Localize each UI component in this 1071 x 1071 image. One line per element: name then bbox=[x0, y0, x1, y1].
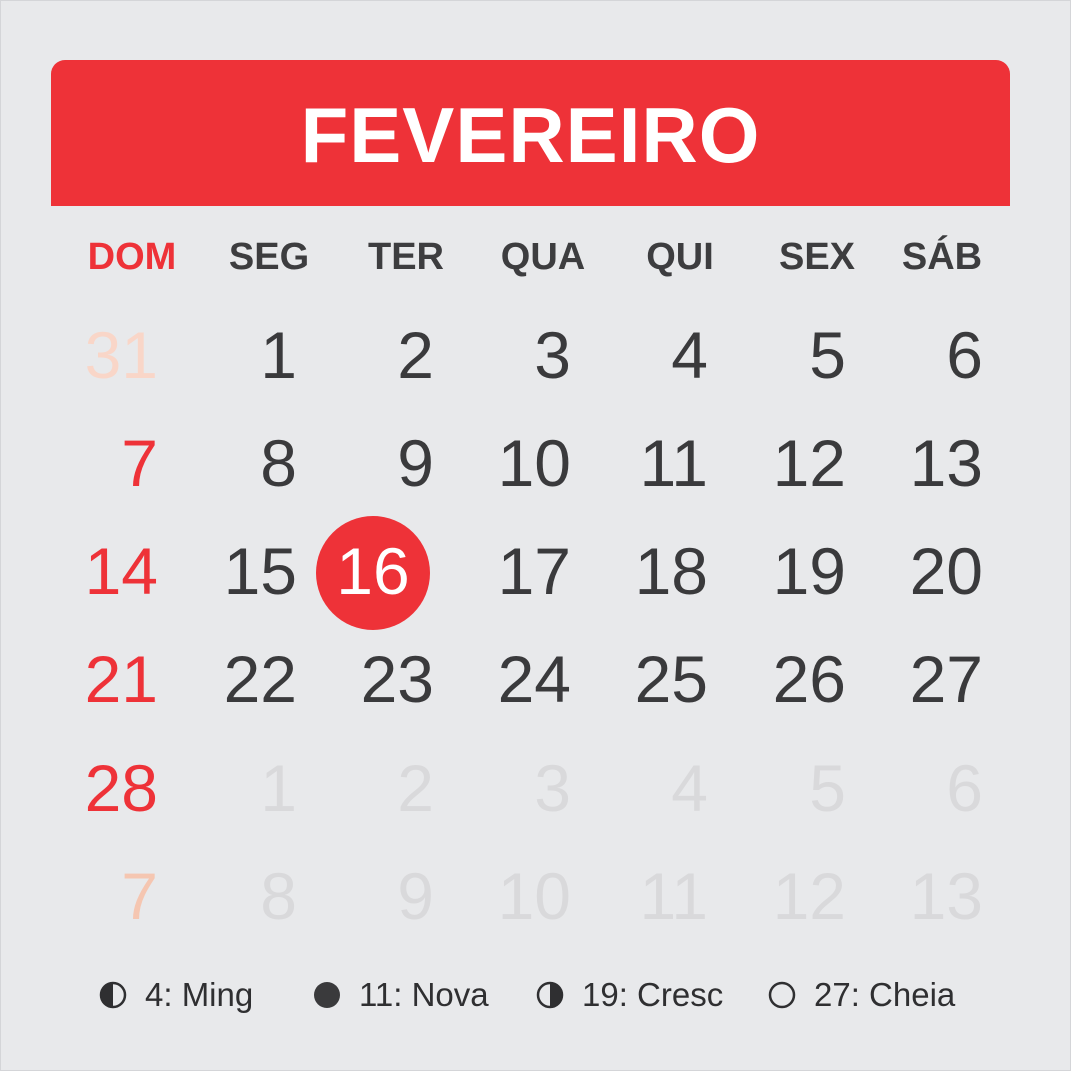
legend-label-new: 11: Nova bbox=[359, 976, 489, 1013]
day-cell-next-month[interactable]: 2 bbox=[304, 733, 434, 843]
moon-waxing-icon bbox=[536, 981, 564, 1009]
day-cell[interactable]: 7 bbox=[28, 408, 158, 518]
day-cell[interactable]: 5 bbox=[716, 300, 846, 410]
day-cell[interactable]: 28 bbox=[28, 733, 158, 843]
day-cell-prev-month[interactable]: 31 bbox=[28, 300, 158, 410]
legend-item-waning: 4: Ming bbox=[99, 970, 253, 1020]
moon-waning-icon bbox=[99, 981, 127, 1009]
day-cell[interactable]: 22 bbox=[167, 624, 297, 734]
day-cell-next-month[interactable]: 11 bbox=[578, 841, 708, 951]
day-cell[interactable]: 15 bbox=[167, 516, 297, 626]
legend-item-new: 11: Nova bbox=[313, 970, 489, 1020]
month-header: FEVEREIRO bbox=[51, 60, 1010, 206]
legend-label-waning: 4: Ming bbox=[145, 976, 254, 1013]
day-cell[interactable]: 24 bbox=[441, 624, 571, 734]
moon-new-icon bbox=[314, 982, 340, 1008]
day-cell-next-month[interactable]: 3 bbox=[441, 733, 571, 843]
weekday-sat: SÁB bbox=[901, 236, 983, 278]
day-cell-next-month[interactable]: 1 bbox=[167, 733, 297, 843]
legend-item-full: 27: Cheia bbox=[768, 970, 955, 1020]
day-cell[interactable]: 25 bbox=[578, 624, 708, 734]
day-cell[interactable]: 13 bbox=[853, 408, 983, 518]
day-cell[interactable]: 1 bbox=[167, 300, 297, 410]
day-cell[interactable]: 23 bbox=[304, 624, 434, 734]
day-cell[interactable]: 20 bbox=[853, 516, 983, 626]
day-cell[interactable]: 27 bbox=[853, 624, 983, 734]
moon-phase-legend: 4: Ming 11: Nova 19: Cresc 27: Cheia bbox=[0, 970, 1071, 1020]
legend-item-waxing: 19: Cresc bbox=[536, 970, 723, 1020]
day-cell[interactable]: 17 bbox=[441, 516, 571, 626]
weekday-thu: QUI bbox=[646, 236, 714, 278]
day-cell[interactable]: 12 bbox=[716, 408, 846, 518]
moon-full-icon bbox=[768, 981, 796, 1009]
day-cell-next-month[interactable]: 10 bbox=[441, 841, 571, 951]
legend-label-waxing: 19: Cresc bbox=[582, 976, 724, 1013]
day-cell[interactable]: 3 bbox=[441, 300, 571, 410]
day-cell-next-month[interactable]: 9 bbox=[304, 841, 434, 951]
day-cell[interactable]: 9 bbox=[304, 408, 434, 518]
legend-label-full: 27: Cheia bbox=[814, 976, 956, 1013]
weekday-sun: DOM bbox=[87, 236, 177, 278]
weekday-row: DOM SEG TER QUA QUI SEX SÁB bbox=[62, 232, 1022, 282]
day-cell[interactable]: 10 bbox=[441, 408, 571, 518]
day-cell[interactable]: 11 bbox=[578, 408, 708, 518]
day-cell-next-month[interactable]: 8 bbox=[167, 841, 297, 951]
day-cell[interactable]: 21 bbox=[28, 624, 158, 734]
day-cell-today[interactable]: 16 bbox=[316, 516, 430, 626]
day-cell-next-month[interactable]: 12 bbox=[716, 841, 846, 951]
day-cell[interactable]: 4 bbox=[578, 300, 708, 410]
day-cell-next-month[interactable]: 5 bbox=[716, 733, 846, 843]
weekday-tue: TER bbox=[368, 236, 444, 278]
day-cell-next-month[interactable]: 4 bbox=[578, 733, 708, 843]
day-grid: 31 1 2 3 4 5 6 7 8 9 10 11 12 13 14 15 16 17 18 19 20 21 22 23 2… bbox=[0, 300, 1071, 960]
weekday-fri: SEX bbox=[778, 236, 856, 278]
day-cell-next-month[interactable]: 7 bbox=[28, 841, 158, 951]
day-cell[interactable]: 19 bbox=[716, 516, 846, 626]
day-cell-next-month[interactable]: 13 bbox=[853, 841, 983, 951]
weekday-mon: SEG bbox=[228, 236, 310, 278]
weekday-wed: QUA bbox=[500, 236, 586, 278]
month-title: FEVEREIRO bbox=[300, 91, 761, 179]
day-cell[interactable]: 2 bbox=[304, 300, 434, 410]
day-cell-next-month[interactable]: 6 bbox=[853, 733, 983, 843]
day-cell[interactable]: 26 bbox=[716, 624, 846, 734]
day-cell[interactable]: 18 bbox=[578, 516, 708, 626]
day-cell[interactable]: 6 bbox=[853, 300, 983, 410]
day-cell[interactable]: 14 bbox=[28, 516, 158, 626]
day-cell[interactable]: 8 bbox=[167, 408, 297, 518]
